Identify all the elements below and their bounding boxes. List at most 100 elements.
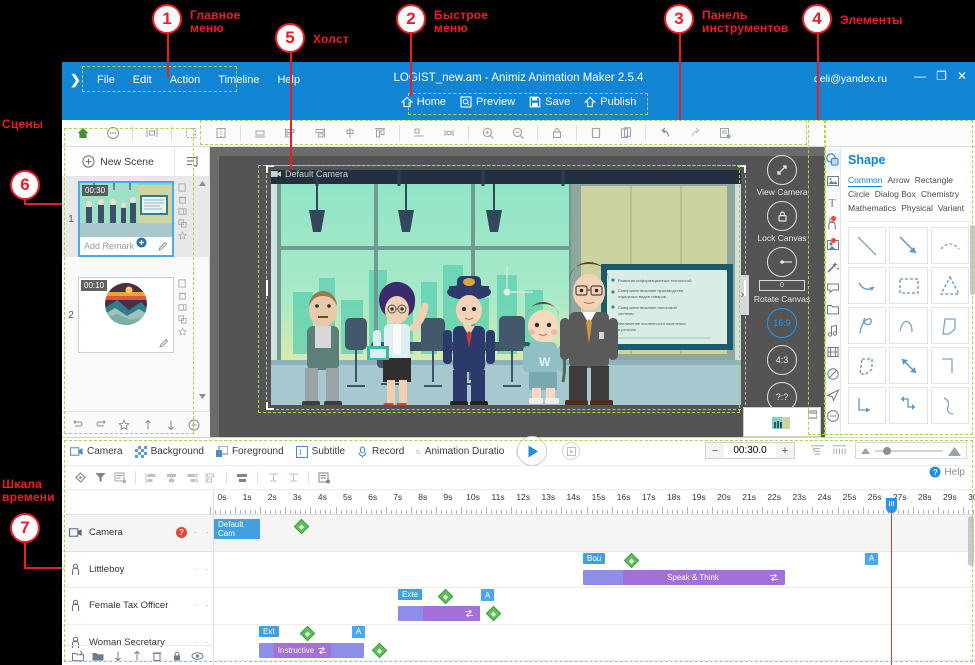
split-icon[interactable] — [178, 303, 187, 312]
timeline-tool-camera[interactable]: Camera — [70, 446, 123, 457]
timeline-tool-foreground[interactable]: Foreground — [216, 446, 284, 458]
anim-loop-button-littleboy[interactable] — [763, 570, 785, 585]
track-visibility-toggle[interactable]: · — [189, 564, 201, 575]
rail-button-folder[interactable] — [825, 299, 840, 320]
shape-arc[interactable] — [931, 227, 969, 264]
anim-bar-secretary[interactable]: Instructive — [259, 643, 364, 658]
rail-button-music[interactable] — [825, 320, 840, 341]
shape-arrow[interactable] — [889, 227, 927, 264]
duration-value[interactable]: 00:30.0 — [724, 443, 776, 458]
play-button[interactable] — [517, 436, 547, 466]
category-chemistry[interactable]: Chemistry — [921, 189, 959, 199]
scene-card-2[interactable]: 00:10 — [78, 277, 174, 353]
toolbar-select-all-button[interactable] — [179, 122, 203, 144]
track-row-littleboy[interactable]: Bou A Speak & Think — [214, 552, 975, 589]
quick-menu-save[interactable]: Save — [522, 94, 577, 110]
distribute-button[interactable] — [232, 472, 252, 484]
timeline-tool-record[interactable]: Record — [357, 446, 404, 458]
canvas-panel-collapse-button[interactable]: › — [736, 275, 749, 315]
resize-handle-top-left-v[interactable] — [266, 165, 268, 173]
duplicate-icon[interactable] — [178, 219, 187, 228]
shape-s-curve[interactable] — [931, 387, 969, 424]
track-row-woman-secretary[interactable]: Ext A Instructive — [214, 625, 975, 662]
collapse-icon[interactable] — [188, 419, 200, 431]
account-email[interactable]: deli@yandex.ru — [814, 73, 887, 85]
rail-button-image[interactable] — [825, 170, 840, 191]
toolbar-clear-list-button[interactable] — [713, 122, 737, 144]
toolbar-align-top-button[interactable] — [368, 122, 392, 144]
anim-loop-button-officer[interactable] — [458, 606, 480, 621]
align-end-button[interactable] — [181, 472, 201, 484]
clip-officer-audio[interactable]: A — [481, 589, 494, 601]
shape-zigzag-arrow[interactable] — [889, 387, 927, 424]
rail-button-more[interactable] — [825, 406, 840, 427]
resize-handle-right-mid[interactable] — [744, 280, 746, 296]
redo-scene-icon[interactable] — [95, 419, 107, 431]
clip-default-cam[interactable]: Default Cam — [214, 519, 260, 539]
duplicate-icon[interactable] — [178, 315, 187, 324]
keyframe-marker-littleboy[interactable] — [624, 552, 640, 568]
track-lock-toggle[interactable]: · — [201, 600, 213, 611]
shape-step-line[interactable] — [931, 347, 969, 384]
shape-polygon[interactable] — [931, 307, 969, 344]
delete-icon[interactable] — [151, 650, 163, 662]
keyframe-marker-secretary-1[interactable] — [300, 625, 316, 641]
track-lock-toggle[interactable]: · — [201, 527, 213, 538]
track-name-camera[interactable]: Camera ? · · — [62, 515, 213, 552]
move-down-icon[interactable] — [112, 650, 124, 662]
clip-secretary-audio[interactable]: A — [352, 626, 365, 638]
clip-littleboy-enter[interactable]: Bou — [583, 553, 605, 564]
align-mid-button[interactable] — [161, 472, 181, 484]
minimap-expand-icon[interactable] — [808, 410, 817, 419]
close-button[interactable]: ✕ — [957, 70, 967, 82]
shape-double-arrow[interactable] — [889, 347, 927, 384]
rail-button-scene-elements[interactable] — [825, 235, 840, 256]
maximize-button[interactable]: ❐ — [936, 70, 947, 82]
category-arrow[interactable]: Arrow — [887, 175, 909, 185]
trim-end-button[interactable] — [283, 472, 303, 484]
toolbar-align-bottom-button[interactable] — [248, 122, 272, 144]
quick-menu-preview[interactable]: Preview — [453, 94, 522, 110]
undo-scene-icon[interactable] — [72, 419, 84, 431]
resize-handle-bottom-left-v[interactable] — [266, 402, 268, 410]
shape-elbow-arrow[interactable] — [848, 387, 886, 424]
anim-bar-littleboy[interactable]: Speak & Think — [583, 570, 785, 585]
canvas-stage[interactable]: Default Camera — [266, 165, 746, 410]
rotate-canvas-dial[interactable] — [767, 247, 797, 277]
trim-start-button[interactable] — [263, 472, 283, 484]
toolbar-undo-button[interactable] — [653, 122, 677, 144]
shape-scribble[interactable] — [848, 307, 886, 344]
track-visibility-toggle[interactable]: · — [189, 527, 201, 538]
track-lock-toggle[interactable]: · — [201, 564, 213, 575]
resize-handle-top-right-v[interactable] — [744, 165, 746, 173]
rail-button-animation[interactable] — [825, 384, 840, 405]
toolbar-paste-button[interactable] — [614, 122, 638, 144]
timeline-ruler[interactable]: 0s1s2s3s4s5s6s7s8s9s10s11s12s13s14s15s16… — [214, 490, 975, 515]
category-dialog-box[interactable]: Dialog Box — [875, 189, 916, 199]
rail-button-character[interactable] — [825, 213, 840, 234]
track-visibility-toggle[interactable]: · — [189, 600, 201, 611]
delete-icon[interactable] — [178, 195, 187, 204]
scene-sort-button[interactable] — [175, 147, 209, 176]
scenes-scrollbar[interactable] — [198, 179, 207, 401]
import-icon[interactable] — [72, 650, 84, 662]
help-link[interactable]: ? Help — [929, 466, 965, 478]
view-camera-button[interactable] — [767, 155, 797, 185]
shape-dashed-rect[interactable] — [889, 267, 927, 304]
track-name-female-tax-officer[interactable]: Female Tax Officer · · — [62, 588, 213, 625]
keyframe-marker-camera[interactable] — [294, 519, 310, 535]
scenes-list[interactable]: 1 00:30 — [62, 177, 210, 405]
visibility-icon[interactable] — [191, 650, 204, 662]
elements-scrollbar[interactable] — [970, 225, 975, 295]
step-frame-button[interactable] — [562, 442, 580, 460]
shape-wave[interactable] — [889, 307, 927, 344]
clip-officer-enter[interactable]: Exte — [398, 589, 422, 600]
toolbar-align-right-button[interactable] — [308, 122, 332, 144]
zoom-thumb[interactable] — [883, 447, 891, 455]
timeline-tool-background[interactable]: Background — [135, 446, 204, 458]
toolbar-distribute-spacing-button[interactable] — [437, 122, 461, 144]
ratio-16-9-button[interactable]: 16:9 — [767, 308, 797, 338]
quick-menu-publish[interactable]: Publish — [577, 94, 643, 110]
rail-button-callout[interactable] — [825, 277, 840, 298]
rail-button-effects[interactable] — [825, 256, 840, 277]
